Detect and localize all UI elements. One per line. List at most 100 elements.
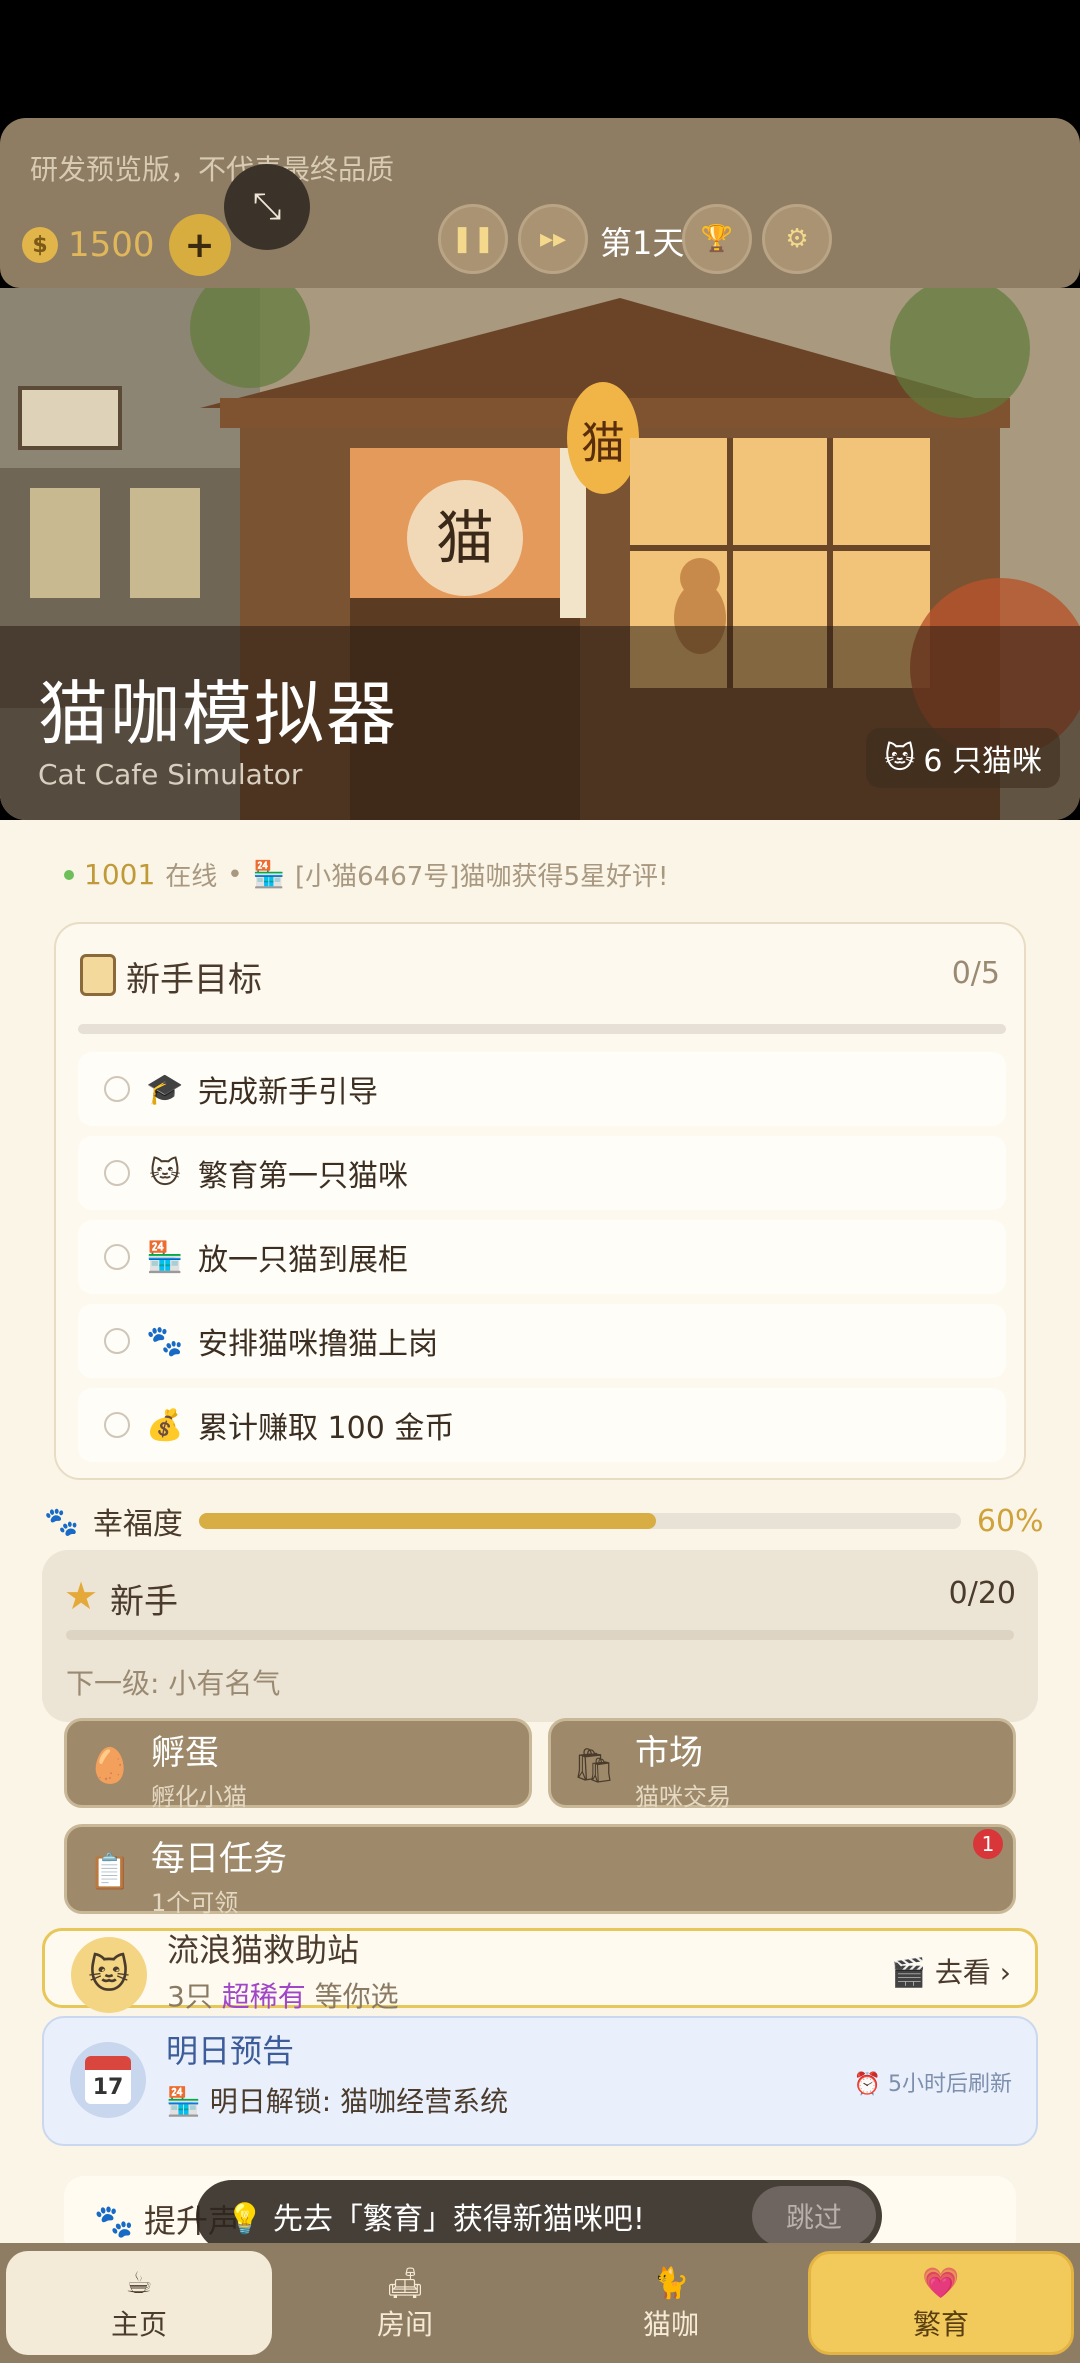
daily-tasks-button[interactable]: 📋 每日任务 1个可领 1 bbox=[64, 1824, 1016, 1917]
cat-count-badge[interactable]: 🐱 6 只猫咪 bbox=[866, 728, 1060, 788]
happiness-percent: 60% bbox=[976, 1503, 1044, 1539]
rescue-title: 流浪猫救助站 bbox=[167, 1931, 360, 1969]
noren-sign-text: 猫 bbox=[436, 504, 494, 572]
clipboard-icon: 📋 bbox=[88, 1852, 132, 1892]
rescue-subtitle: 3只 超稀有 等你选 bbox=[167, 1975, 399, 2015]
dot-separator: • bbox=[227, 859, 243, 890]
nav-label: 房间 bbox=[376, 2308, 433, 2341]
paw-prints-icon: 🐾 bbox=[44, 1504, 79, 1538]
money-bag-icon: $ bbox=[22, 227, 58, 263]
calendar-day: 17 bbox=[85, 2056, 131, 2104]
tomorrow-preview-card: 17 明日预告 🏪 明日解锁: 猫咖经营系统 ⏰ 5小时后刷新 bbox=[42, 2016, 1038, 2146]
preview-title: 明日预告 bbox=[166, 2032, 295, 2070]
nav-home-tab[interactable]: ☕ 主页 bbox=[6, 2251, 272, 2355]
online-count: 1001 bbox=[84, 858, 156, 891]
go-see-label: 去看 › bbox=[934, 1956, 1011, 1989]
online-dot-icon bbox=[64, 869, 74, 880]
fast-forward-button[interactable]: ▸▸ bbox=[518, 204, 588, 274]
egg-icon: 🥚 bbox=[88, 1746, 132, 1786]
tile-title: 每日任务 bbox=[151, 1839, 287, 1879]
settings-button[interactable]: ⚙ bbox=[762, 204, 832, 274]
goal-label: 放一只猫到展柜 bbox=[198, 1243, 408, 1278]
goal-item[interactable]: 🐱 繁育第一只猫咪 bbox=[78, 1136, 1006, 1210]
happiness-label: 幸福度 bbox=[92, 1507, 183, 1542]
money-bag-icon: 💰 bbox=[146, 1407, 184, 1443]
trophy-button[interactable]: 🏆 bbox=[682, 204, 752, 274]
refresh-timer: ⏰ 5小时后刷新 bbox=[854, 2066, 1012, 2098]
online-label: 在线 bbox=[165, 862, 218, 892]
nav-label: 主页 bbox=[110, 2308, 167, 2341]
goals-progress-bar bbox=[78, 1024, 1006, 1034]
collapse-icon[interactable]: ⤡ bbox=[224, 164, 310, 250]
dev-preview-note: 研发预览版，不代表最终品质 bbox=[30, 153, 395, 186]
hatch-egg-button[interactable]: 🥚 孵蛋 孵化小猫 bbox=[64, 1718, 532, 1811]
newbie-goals-card: 新手目标 0/5 🎓 完成新手引导 🐱 繁育第一只猫咪 🏪 放一只猫到展柜 🐾 … bbox=[54, 922, 1026, 1480]
goals-title: 新手目标 bbox=[126, 960, 262, 1000]
clipboard-icon bbox=[80, 954, 116, 996]
heart-icon: 💗 bbox=[922, 2265, 960, 2301]
lantern-sign-text: 猫 bbox=[581, 418, 625, 469]
cat-count-text: 6 只猫咪 bbox=[923, 744, 1042, 779]
ticker-message: [小猫6467号]猫咖获得5星好评! bbox=[295, 862, 669, 892]
online-ticker: 1001 在线 • 🏪 [小猫6467号]猫咖获得5星好评! bbox=[64, 856, 668, 893]
goal-item[interactable]: 🎓 完成新手引导 bbox=[78, 1052, 1006, 1126]
tile-title: 市场 bbox=[635, 1733, 703, 1773]
nav-breed-tab[interactable]: 💗 繁育 bbox=[808, 2251, 1074, 2355]
shopping-bag-icon: 🛍 bbox=[572, 1746, 616, 1786]
room-icon: 🛋 bbox=[385, 2265, 425, 2301]
pause-button[interactable]: ❚❚ bbox=[438, 204, 508, 274]
happiness-bar bbox=[198, 1513, 961, 1529]
go-see-link[interactable]: 🎬 去看 › bbox=[891, 1951, 1011, 1991]
stray-cat-rescue-card[interactable]: 🐱 流浪猫救助站 3只 超稀有 等你选 🎬 去看 › bbox=[42, 1928, 1038, 2013]
calendar-icon: 17 bbox=[70, 2042, 146, 2118]
game-subtitle: Cat Cafe Simulator bbox=[38, 758, 303, 791]
hint-text: 💡 先去「繁育」获得新猫咪吧! bbox=[226, 2194, 645, 2238]
cat-figure-icon: 🐈 bbox=[652, 2265, 690, 2301]
skip-button[interactable]: 跳过 bbox=[752, 2186, 876, 2246]
preview-unlock-text: 明日解锁: 猫咖经营系统 bbox=[209, 2085, 509, 2118]
goal-item[interactable]: 💰 累计赚取 100 金币 bbox=[78, 1388, 1006, 1462]
paw-prints-icon: 🐾 bbox=[146, 1323, 184, 1359]
preview-subtitle: 🏪 明日解锁: 猫咖经营系统 bbox=[166, 2080, 508, 2120]
happiness-row: 🐾 幸福度 60% bbox=[44, 1496, 1044, 1546]
goal-checkbox[interactable] bbox=[104, 1328, 130, 1354]
cat-face-icon: 🐱 bbox=[71, 1937, 147, 2013]
coin-display: $ 1500 + bbox=[22, 214, 231, 276]
top-bar: 研发预览版，不代表最终品质 $ 1500 + ⤡ ❚❚ ▸▸ 第1天 🏆 ⚙ bbox=[0, 118, 1080, 288]
goal-item[interactable]: 🐾 安排猫咪撸猫上岗 bbox=[78, 1304, 1006, 1378]
tile-subtitle: 1个可领 bbox=[151, 1889, 239, 1917]
goal-checkbox[interactable] bbox=[104, 1244, 130, 1270]
store-icon: 🏪 bbox=[252, 859, 285, 890]
goal-checkbox[interactable] bbox=[104, 1412, 130, 1438]
alarm-clock-icon: ⏰ bbox=[853, 2072, 881, 2097]
tile-title: 孵蛋 bbox=[151, 1733, 219, 1773]
cat-face-icon: 🐱 bbox=[884, 740, 916, 776]
paw-prints-icon: 🐾 bbox=[94, 2202, 134, 2240]
clapperboard-icon: 🎬 bbox=[891, 1956, 926, 1989]
goal-item[interactable]: 🏪 放一只猫到展柜 bbox=[78, 1220, 1006, 1294]
nav-label: 猫咖 bbox=[642, 2308, 699, 2341]
refresh-text: 5小时后刷新 bbox=[888, 2072, 1012, 2097]
bottom-navigation: ☕ 主页 🛋 房间 🐈 猫咖 💗 繁育 bbox=[0, 2243, 1080, 2363]
hint-message: 先去「繁育」获得新猫咪吧! bbox=[272, 2202, 645, 2237]
nav-cafe-tab[interactable]: 🐈 猫咖 bbox=[538, 2251, 804, 2355]
rank-card[interactable]: ★ 新手 0/20 下一级: 小有名气 bbox=[42, 1550, 1038, 1722]
main-content: 1001 在线 • 🏪 [小猫6467号]猫咖获得5星好评! 新手目标 0/5 … bbox=[0, 820, 1080, 2243]
goal-checkbox[interactable] bbox=[104, 1076, 130, 1102]
cat-face-icon: 🐱 bbox=[149, 1155, 181, 1191]
coin-value: 1500 bbox=[68, 225, 155, 265]
hero-banner: 猫 猫 猫咖模拟器 Cat Cafe Simulator 🐱 6 只猫咪 bbox=[0, 288, 1080, 820]
rank-next-level: 下一级: 小有名气 bbox=[66, 1667, 281, 1700]
add-coins-button[interactable]: + bbox=[168, 214, 231, 276]
goal-label: 安排猫咪撸猫上岗 bbox=[198, 1327, 438, 1362]
light-bulb-icon: 💡 bbox=[226, 2202, 264, 2237]
goal-label: 繁育第一只猫咪 bbox=[198, 1159, 408, 1194]
nav-room-tab[interactable]: 🛋 房间 bbox=[272, 2251, 538, 2355]
rank-title: 新手 bbox=[110, 1582, 178, 1622]
goal-checkbox[interactable] bbox=[104, 1160, 130, 1186]
game-title: 猫咖模拟器 bbox=[38, 673, 398, 755]
tile-subtitle: 孵化小猫 bbox=[151, 1783, 247, 1811]
market-button[interactable]: 🛍 市场 猫咪交易 bbox=[548, 1718, 1016, 1811]
notification-badge: 1 bbox=[973, 1829, 1003, 1859]
store-icon: 🏪 bbox=[166, 2085, 201, 2118]
